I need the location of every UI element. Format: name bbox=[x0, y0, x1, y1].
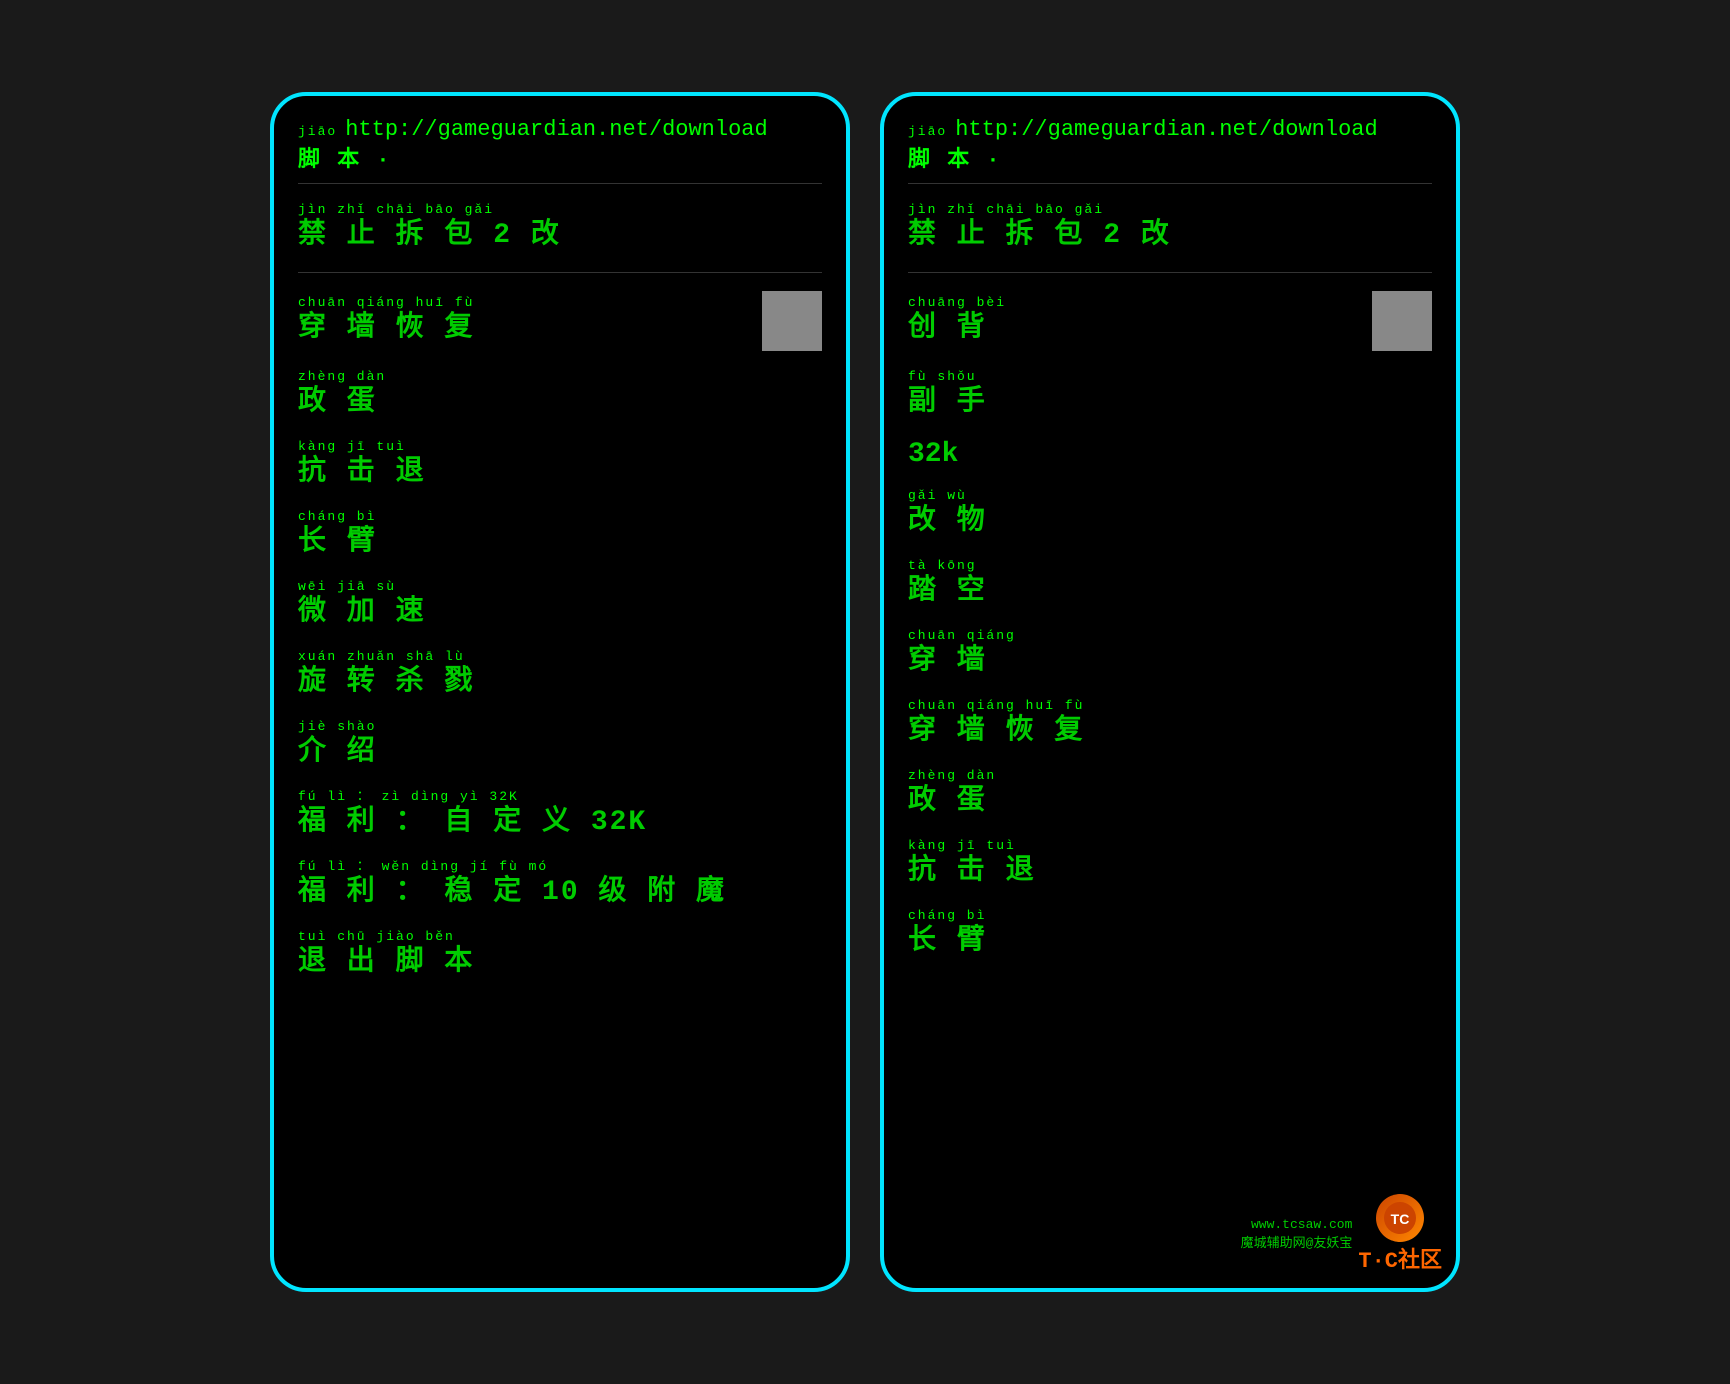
phone2-divider bbox=[908, 183, 1432, 184]
svg-text:TC: TC bbox=[1391, 1211, 1410, 1227]
phone-1: jiāo http://gameguardian.net/download 脚 … bbox=[270, 92, 850, 1292]
phone1-title-chinese: 禁 止 拆 包 2 改 bbox=[298, 218, 822, 254]
phone2-item-8-pinyin: kàng jī tuì bbox=[908, 838, 1432, 854]
phone1-item-1-chinese[interactable]: 政 蛋 bbox=[298, 385, 822, 421]
phone2-item-6-pinyin: chuān qiáng huī fù bbox=[908, 698, 1432, 714]
phone2-header-line2: 脚 本 · bbox=[908, 147, 1432, 176]
phone1-item-4: wēi jiā sù 微 加 速 bbox=[298, 579, 822, 631]
phone2-item-1: fù shǒu 副 手 bbox=[908, 369, 1432, 421]
phone1-item-4-pinyin: wēi jiā sù bbox=[298, 579, 822, 595]
phone1-item-1: zhèng dàn 政 蛋 bbox=[298, 369, 822, 421]
phone1-item-2-pinyin: kàng jī tuì bbox=[298, 439, 822, 455]
tc-watermark-badge: www.tcsaw.com 魔城辅助网@友妖宝 TC T·C社区 bbox=[1241, 1194, 1442, 1274]
tc-icon: TC bbox=[1376, 1194, 1424, 1242]
phone2-title-section: jìn zhǐ chāi bāo gǎi 禁 止 拆 包 2 改 bbox=[908, 202, 1432, 254]
phone2-url: http://gameguardian.net/download bbox=[955, 116, 1377, 145]
phone1-item-8-chinese[interactable]: 福 利 ： 稳 定 10 级 附 魔 bbox=[298, 875, 822, 911]
phone2-item-5-pinyin: chuān qiáng bbox=[908, 628, 1432, 644]
phone1-divider bbox=[298, 183, 822, 184]
phone1-item-1-pinyin: zhèng dàn bbox=[298, 369, 822, 385]
phone1-item-2-chinese[interactable]: 抗 击 退 bbox=[298, 455, 822, 491]
phone2-item-7-pinyin: zhèng dàn bbox=[908, 768, 1432, 784]
phone2-title-pinyin: jìn zhǐ chāi bāo gǎi bbox=[908, 202, 1432, 218]
phone1-item-2: kàng jī tuì 抗 击 退 bbox=[298, 439, 822, 491]
phone-2: jiāo http://gameguardian.net/download 脚 … bbox=[880, 92, 1460, 1292]
watermark-label: 魔城辅助网@友妖宝 bbox=[1241, 1232, 1353, 1251]
phone1-item-0-chinese: 穿 墙 恢 复 bbox=[298, 311, 474, 347]
phone2-item-3-chinese[interactable]: 改 物 bbox=[908, 504, 1432, 540]
phone1-item-3-pinyin: cháng bì bbox=[298, 509, 822, 525]
phone2-item-4-pinyin: tà kōng bbox=[908, 558, 1432, 574]
phone2-title-chinese: 禁 止 拆 包 2 改 bbox=[908, 218, 1432, 254]
phone1-item-3: cháng bì 长 臂 bbox=[298, 509, 822, 561]
phone2-item-7: zhèng dàn 政 蛋 bbox=[908, 768, 1432, 820]
phone1-item-9-pinyin: tuì chū jiào běn bbox=[298, 929, 822, 945]
phone1-title-pinyin: jìn zhǐ chāi bāo gǎi bbox=[298, 202, 822, 218]
phone1-header-line2: 脚 本 · bbox=[298, 147, 822, 176]
phone1-header-pinyin-jiao: jiāo bbox=[298, 124, 337, 140]
phone1-item-9: tuì chū jiào běn 退 出 脚 本 bbox=[298, 929, 822, 981]
watermark-site: www.tcsaw.com bbox=[1251, 1217, 1352, 1232]
phone1-item-0-pinyin: chuān qiáng huī fù bbox=[298, 295, 474, 311]
phone2-item-9: cháng bì 长 臂 bbox=[908, 908, 1432, 960]
phone1-item-8: fú lì ： wěn dìng jí fù mó 福 利 ： 稳 定 10 级… bbox=[298, 859, 822, 911]
phone1-item-6: jiè shào 介 绍 bbox=[298, 719, 822, 771]
phone2-item-1-pinyin: fù shǒu bbox=[908, 369, 1432, 385]
phone1-title-section: jìn zhǐ chāi bāo gǎi 禁 止 拆 包 2 改 bbox=[298, 202, 822, 254]
phone2-item-9-pinyin: cháng bì bbox=[908, 908, 1432, 924]
phone1-item-6-chinese[interactable]: 介 绍 bbox=[298, 735, 822, 771]
tc-label: T·C社区 bbox=[1358, 1242, 1442, 1274]
phone2-item-6-chinese[interactable]: 穿 墙 恢 复 bbox=[908, 714, 1432, 750]
phone2-item-4: tà kōng 踏 空 bbox=[908, 558, 1432, 610]
phone1-item-7-pinyin: fú lì ： zì dìng yì 32K bbox=[298, 789, 822, 805]
phone2-item-4-chinese[interactable]: 踏 空 bbox=[908, 574, 1432, 610]
phone2-header: jiāo http://gameguardian.net/download 脚 … bbox=[908, 116, 1432, 175]
phone2-item-3-pinyin: gǎi wù bbox=[908, 488, 1432, 504]
phone2-item-8: kàng jī tuì 抗 击 退 bbox=[908, 838, 1432, 890]
phone2-item-5: chuān qiáng 穿 墙 bbox=[908, 628, 1432, 680]
phone1-header: jiāo http://gameguardian.net/download 脚 … bbox=[298, 116, 822, 175]
phone1-item-8-pinyin: fú lì ： wěn dìng jí fù mó bbox=[298, 859, 822, 875]
phone2-item-1-chinese[interactable]: 副 手 bbox=[908, 385, 1432, 421]
phone1-item-0-toggle[interactable] bbox=[762, 291, 822, 351]
phone2-size-label: 32k bbox=[908, 439, 1432, 470]
phone1-item-9-chinese[interactable]: 退 出 脚 本 bbox=[298, 945, 822, 981]
phone1-url: http://gameguardian.net/download bbox=[345, 116, 767, 145]
phone2-item-3: gǎi wù 改 物 bbox=[908, 488, 1432, 540]
phone1-item-0-text: chuān qiáng huī fù 穿 墙 恢 复 bbox=[298, 295, 474, 347]
phone2-item-0-toggle[interactable] bbox=[1372, 291, 1432, 351]
phone2-item-6: chuān qiáng huī fù 穿 墙 恢 复 bbox=[908, 698, 1432, 750]
phone2-item-0-chinese: 创 背 bbox=[908, 311, 1006, 347]
main-container: jiāo http://gameguardian.net/download 脚 … bbox=[270, 92, 1460, 1292]
phone2-header-pinyin-jiao: jiāo bbox=[908, 124, 947, 140]
phone2-divider2 bbox=[908, 272, 1432, 273]
phone2-item-0-text: chuāng bèi 创 背 bbox=[908, 295, 1006, 347]
phone1-item-7-chinese[interactable]: 福 利 ： 自 定 义 32K bbox=[298, 805, 822, 841]
phone1-item-5-chinese[interactable]: 旋 转 杀 戮 bbox=[298, 665, 822, 701]
phone1-item-3-chinese[interactable]: 长 臂 bbox=[298, 525, 822, 561]
phone2-item-2: 32k bbox=[908, 439, 1432, 470]
phone1-item-6-pinyin: jiè shào bbox=[298, 719, 822, 735]
phone1-item-4-chinese[interactable]: 微 加 速 bbox=[298, 595, 822, 631]
phone1-item-5-pinyin: xuán zhuǎn shā lù bbox=[298, 649, 822, 665]
phone2-item-9-chinese[interactable]: 长 臂 bbox=[908, 924, 1432, 960]
phone2-item-7-chinese[interactable]: 政 蛋 bbox=[908, 784, 1432, 820]
phone1-divider2 bbox=[298, 272, 822, 273]
phone2-item-5-chinese[interactable]: 穿 墙 bbox=[908, 644, 1432, 680]
phone2-item-0-pinyin: chuāng bèi bbox=[908, 295, 1006, 311]
phone1-item-0: chuān qiáng huī fù 穿 墙 恢 复 bbox=[298, 291, 822, 351]
phone2-item-8-chinese[interactable]: 抗 击 退 bbox=[908, 854, 1432, 890]
phone1-item-5: xuán zhuǎn shā lù 旋 转 杀 戮 bbox=[298, 649, 822, 701]
phone2-item-0: chuāng bèi 创 背 bbox=[908, 291, 1432, 351]
phone1-item-7: fú lì ： zì dìng yì 32K 福 利 ： 自 定 义 32K bbox=[298, 789, 822, 841]
